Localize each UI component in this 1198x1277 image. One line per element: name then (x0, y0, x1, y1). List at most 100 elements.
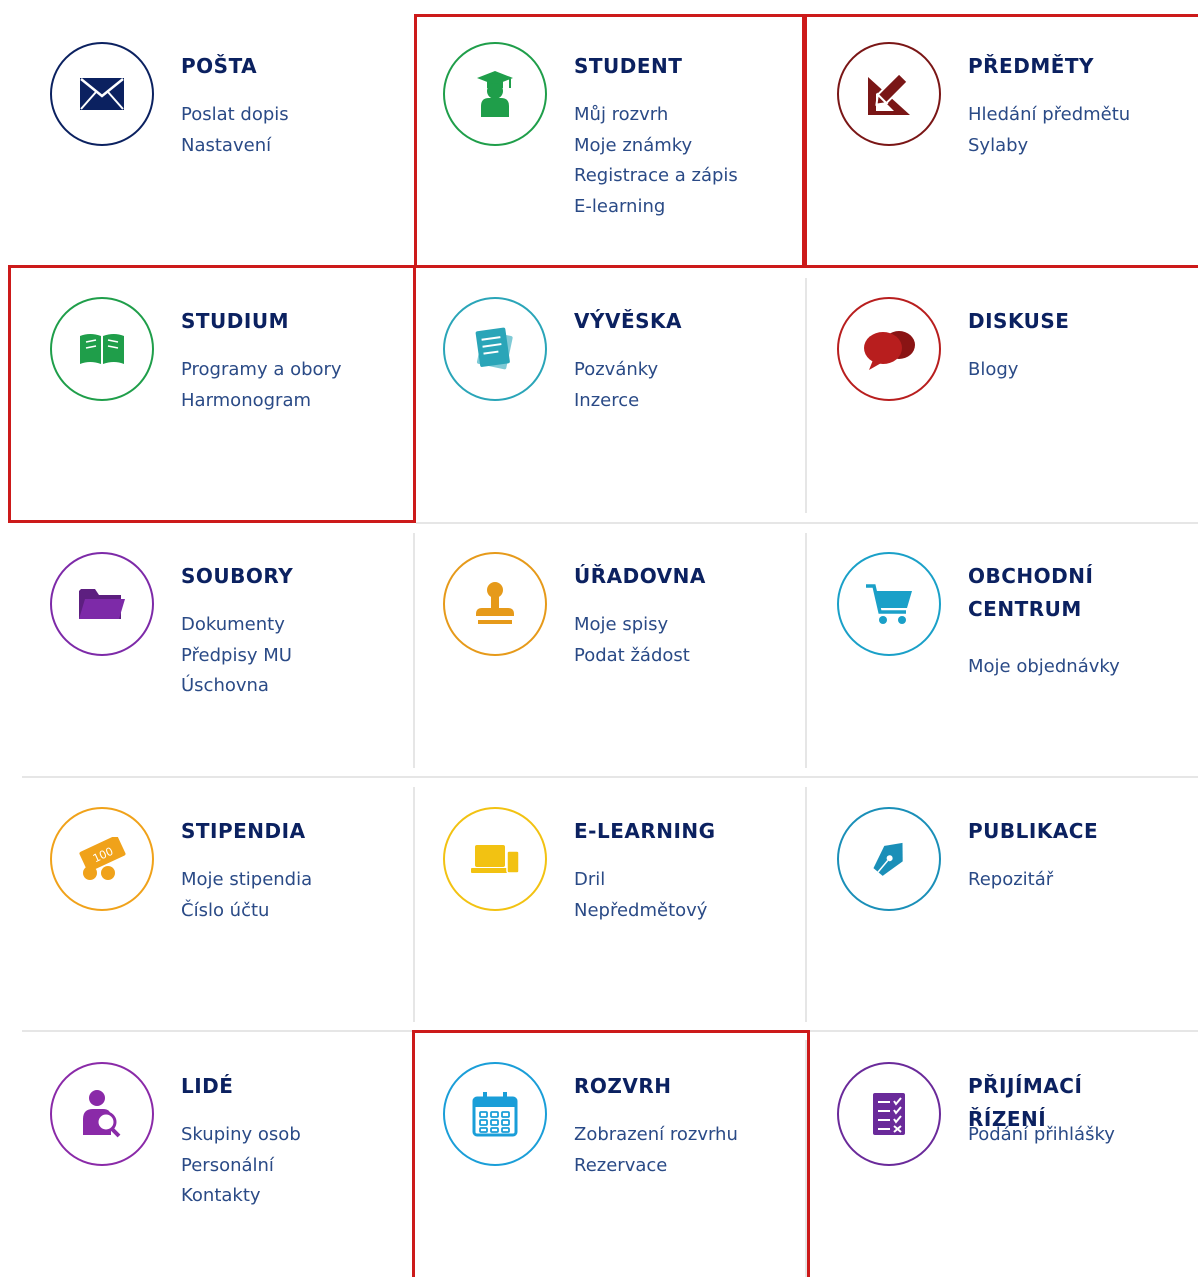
tile-link[interactable]: Moje známky (574, 131, 738, 162)
tile-link-list: Repozitář (968, 865, 1053, 896)
grid-divider (416, 522, 1198, 524)
tile-e-learning: E-LEARNING Dril Nepředmětový (393, 765, 787, 1020)
tile-posta: POŠTA Poslat dopis Nastavení (0, 0, 393, 255)
tile-title[interactable]: PUBLIKACE (968, 815, 1168, 848)
tile-link[interactable]: Harmonogram (181, 386, 342, 417)
tile-link[interactable]: Zobrazení rozvrhu (574, 1120, 738, 1151)
tile-link[interactable]: Moje spisy (574, 610, 690, 641)
tile-prijimaci-rizeni: PŘIJÍMACÍ ŘÍZENÍ Podání přihlášky (787, 1020, 1198, 1275)
tile-link[interactable]: Skupiny osob (181, 1120, 301, 1151)
tile-stipendia: 100 STIPENDIA Moje stipendia Číslo účtu (0, 765, 393, 1020)
tile-link-list: Moje objednávky (968, 652, 1120, 683)
tile-link-list: Zobrazení rozvrhu Rezervace (574, 1120, 738, 1181)
grid-divider (805, 787, 807, 1022)
grid-divider (810, 1030, 1198, 1032)
tile-link[interactable]: Inzerce (574, 386, 658, 417)
grid-divider (413, 278, 415, 513)
tile-title[interactable]: STIPENDIA (181, 815, 381, 848)
tile-icon-circle[interactable] (443, 297, 547, 401)
tile-icon-circle[interactable] (837, 1062, 941, 1166)
tile-link[interactable]: Úschovna (181, 671, 292, 702)
tile-link[interactable]: Předpisy MU (181, 641, 292, 672)
tile-title[interactable]: STUDIUM (181, 305, 381, 338)
tile-link-list: Poslat dopis Nastavení (181, 100, 289, 161)
tile-link[interactable]: Dril (574, 865, 707, 896)
tile-link-list: Moje spisy Podat žádost (574, 610, 690, 671)
grid-divider (22, 1030, 412, 1032)
grid-divider (805, 533, 807, 768)
tile-link-list: Moje stipendia Číslo účtu (181, 865, 312, 926)
tile-link[interactable]: Repozitář (968, 865, 1053, 896)
tile-title[interactable]: ROZVRH (574, 1070, 774, 1103)
tile-link-list: Dokumenty Předpisy MU Úschovna (181, 610, 292, 702)
tile-rozvrh: ROZVRH Zobrazení rozvrhu Rezervace (393, 1020, 787, 1275)
tile-title[interactable]: OBCHODNÍ CENTRUM (968, 560, 1168, 626)
tile-link[interactable]: Hledání předmětu (968, 100, 1130, 131)
tile-link[interactable]: Moje stipendia (181, 865, 312, 896)
tile-title[interactable]: LIDÉ (181, 1070, 381, 1103)
tile-icon-circle[interactable] (443, 552, 547, 656)
tile-lide: LIDÉ Skupiny osob Personální Kontakty (0, 1020, 393, 1275)
tile-link[interactable]: Podat žádost (574, 641, 690, 672)
tile-title[interactable]: ÚŘADOVNA (574, 560, 774, 593)
tile-link-list: Skupiny osob Personální Kontakty (181, 1120, 301, 1212)
grid-divider (413, 787, 415, 1022)
tile-diskuse: DISKUSE Blogy (787, 255, 1198, 510)
tile-link[interactable]: Můj rozvrh (574, 100, 738, 131)
tile-obchodni-centrum: OBCHODNÍ CENTRUM Moje objednávky (787, 510, 1198, 765)
tile-link-list: Programy a obory Harmonogram (181, 355, 342, 416)
grid-divider (413, 533, 415, 768)
tile-icon-circle[interactable] (50, 552, 154, 656)
tile-studium: STUDIUM Programy a obory Harmonogram (0, 255, 393, 510)
tile-link-list: Hledání předmětu Sylaby (968, 100, 1130, 161)
tile-title[interactable]: PŘEDMĚTY (968, 50, 1168, 83)
tile-link-list: Blogy (968, 355, 1018, 386)
tile-title[interactable]: VÝVĚSKA (574, 305, 774, 338)
tile-link[interactable]: Registrace a zápis (574, 161, 738, 192)
tile-link[interactable]: E-learning (574, 192, 738, 223)
tile-link-list: Pozvánky Inzerce (574, 355, 658, 416)
tile-link[interactable]: Poslat dopis (181, 100, 289, 131)
grid-divider (805, 1040, 807, 1277)
tile-icon-circle[interactable] (443, 807, 547, 911)
grid-divider (805, 278, 807, 513)
tile-link[interactable]: Sylaby (968, 131, 1130, 162)
tile-icon-circle[interactable] (50, 1062, 154, 1166)
tile-title[interactable]: POŠTA (181, 50, 381, 83)
tile-link[interactable]: Blogy (968, 355, 1018, 386)
tile-icon-circle[interactable] (443, 42, 547, 146)
tile-icon-circle[interactable]: 100 (50, 807, 154, 911)
tile-link[interactable]: Personální (181, 1151, 301, 1182)
tile-link[interactable]: Pozvánky (574, 355, 658, 386)
tile-icon-circle[interactable] (50, 297, 154, 401)
grid-divider (22, 776, 1198, 778)
tile-link[interactable]: Rezervace (574, 1151, 738, 1182)
tile-icon-circle[interactable] (837, 552, 941, 656)
tile-link[interactable]: Dokumenty (181, 610, 292, 641)
tile-link[interactable]: Číslo účtu (181, 896, 312, 927)
tile-link[interactable]: Kontakty (181, 1181, 301, 1212)
tile-soubory: SOUBORY Dokumenty Předpisy MU Úschovna (0, 510, 393, 765)
tile-publikace: PUBLIKACE Repozitář (787, 765, 1198, 1020)
tile-link[interactable]: Podání přihlášky (968, 1120, 1115, 1151)
tile-link-list: Dril Nepředmětový (574, 865, 707, 926)
tile-title[interactable]: DISKUSE (968, 305, 1168, 338)
tile-student: STUDENT Můj rozvrh Moje známky Registrace a… (393, 0, 787, 255)
tile-link[interactable]: Moje objednávky (968, 652, 1120, 683)
tile-icon-circle[interactable] (837, 807, 941, 911)
tile-link[interactable]: Programy a obory (181, 355, 342, 386)
tile-icon-circle[interactable] (837, 42, 941, 146)
tile-link[interactable]: Nepředmětový (574, 896, 707, 927)
app-tile-grid: POŠTA Poslat dopis Nastavení STUDENT Můj roz… (0, 0, 1198, 1277)
tile-icon-circle[interactable] (443, 1062, 547, 1166)
tile-link-list: Můj rozvrh Moje známky Registrace a zápis E… (574, 100, 738, 222)
tile-title[interactable]: E-LEARNING (574, 815, 774, 848)
tile-predmety: PŘEDMĚTY Hledání předmětu Sylaby (787, 0, 1198, 255)
tile-link[interactable]: Nastavení (181, 131, 289, 162)
tile-uradovna: ÚŘADOVNA Moje spisy Podat žádost (393, 510, 787, 765)
tile-icon-circle[interactable] (50, 42, 154, 146)
tile-title[interactable]: STUDENT (574, 50, 774, 83)
tile-link-list: Podání přihlášky (968, 1120, 1115, 1151)
tile-icon-circle[interactable] (837, 297, 941, 401)
tile-title[interactable]: SOUBORY (181, 560, 381, 593)
